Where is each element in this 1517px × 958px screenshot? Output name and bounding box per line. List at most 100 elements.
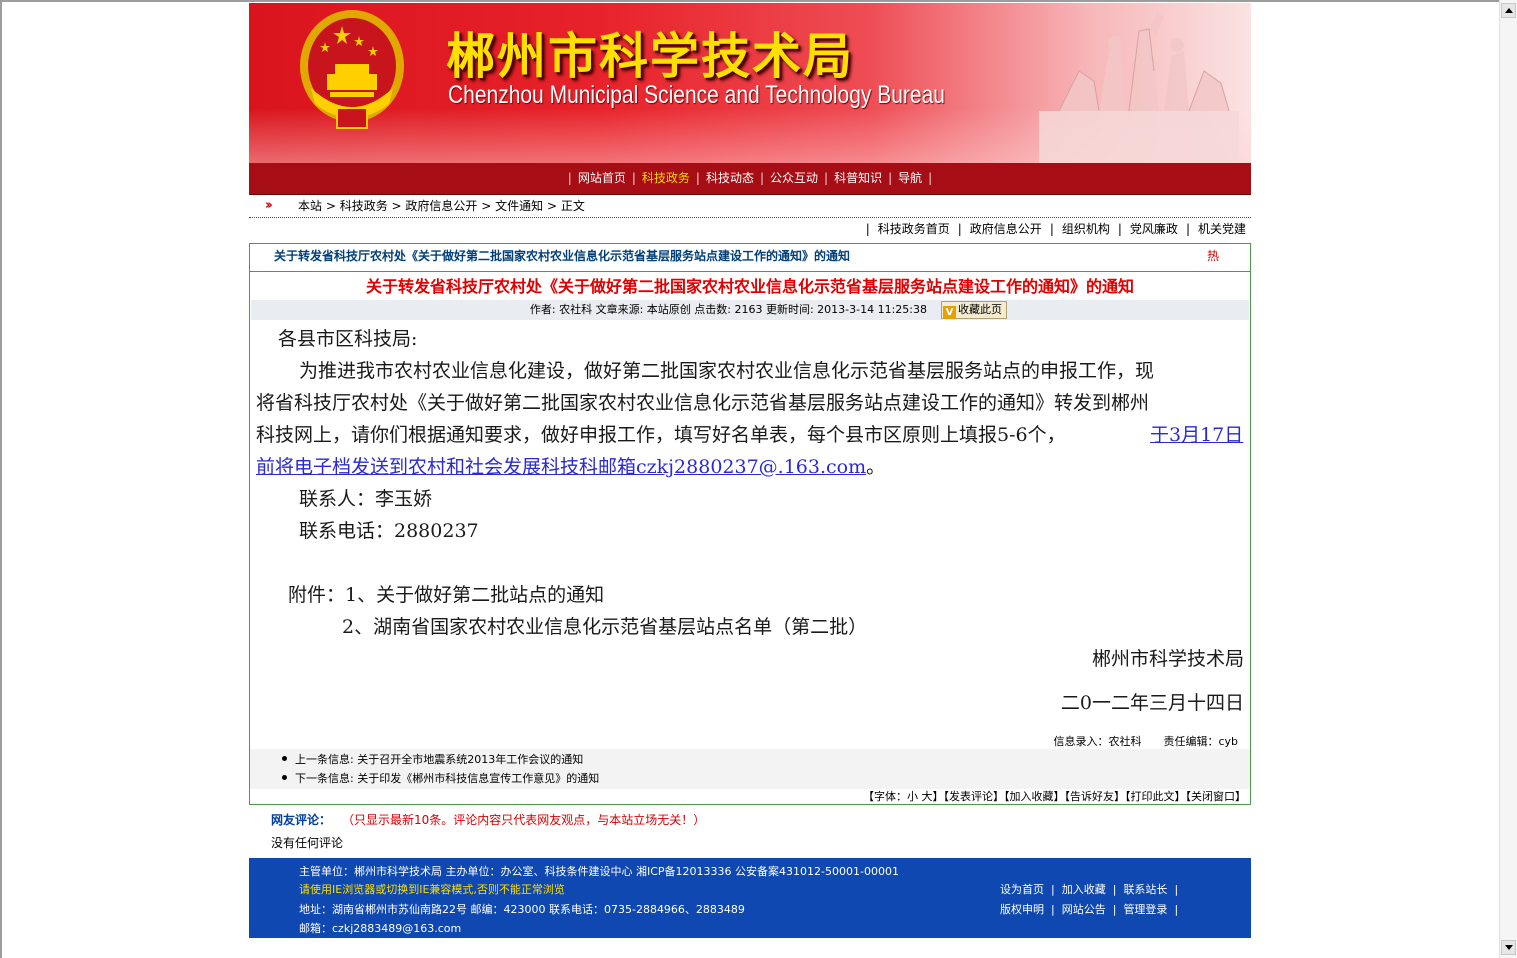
footer-link-contact[interactable]: 联系站长 — [1123, 883, 1167, 896]
footer-address: 地址：湖南省郴州市苏仙南路22号 邮编：423000 联系电话：0735-288… — [299, 903, 745, 916]
nav-separator: | — [695, 171, 700, 185]
arrow-up-icon — [1505, 8, 1513, 13]
prev-article-link[interactable]: 上一条信息: 关于召开全市地震系统2013年工作会议的通知 — [282, 751, 584, 767]
comments-section: 网友评论： （只显示最新10条。评论内容只代表网友观点，与本站立场无关！） 没有… — [249, 805, 1251, 858]
page-container: 郴州市科学技术局 Chenzhou Municipal Science and … — [249, 3, 1251, 938]
attachment-1: 附件：1、关于做好第二批站点的通知 — [288, 584, 605, 606]
paragraph-text: 科技网上，请你们根据通知要求，做好申报工作，填写好名单表，每个县市区原则上填报5… — [256, 424, 1066, 446]
footer-separator: | — [1051, 883, 1055, 896]
next-article-text: 下一条信息: 关于印发《郴州市科技信息宣传工作意见》的通知 — [295, 772, 600, 785]
comments-heading: 网友评论： — [271, 813, 332, 827]
article-header: 关于转发省科技厅农村处《关于做好第二批国家农村农业信息化示范省基层服务站点建设工… — [250, 244, 1250, 272]
subnav-separator: | — [865, 222, 870, 236]
signature-date: 二0一二年三月十四日 — [1060, 692, 1244, 714]
nav-item-interaction[interactable]: 公众互动 — [770, 171, 818, 185]
bullet-icon — [282, 756, 287, 761]
footer-link-add-favorite[interactable]: 加入收藏 — [1062, 883, 1106, 896]
breadcrumb-item-notices[interactable]: 文件通知 — [495, 199, 543, 213]
article-header-title: 关于转发省科技厅农村处《关于做好第二批国家农村农业信息化示范省基层服务站点建设工… — [274, 249, 851, 263]
breadcrumb-item-gov-affairs[interactable]: 科技政务 — [340, 199, 388, 213]
footer-separator: | — [1174, 883, 1179, 896]
subnav-separator: | — [1185, 222, 1190, 236]
double-chevron-icon: ›› — [265, 198, 273, 213]
vertical-scrollbar[interactable] — [1499, 0, 1517, 958]
subnav-item-info-public[interactable]: 政府信息公开 — [970, 222, 1042, 236]
contact-phone: 联系电话：2880237 — [299, 520, 479, 542]
window-top-border — [0, 0, 1517, 2]
scroll-up-button[interactable] — [1501, 3, 1516, 18]
footer-sponsor: 主管单位：郴州市科学技术局 主办单位：办公室、科技条件建设中心 湘ICP备120… — [299, 865, 899, 878]
signature-org: 郴州市科学技术局 — [1091, 648, 1244, 670]
site-title-chinese: 郴州市科学技术局 — [446, 28, 855, 85]
nav-item-home[interactable]: 网站首页 — [578, 171, 626, 185]
footer-link-announcement[interactable]: 网站公告 — [1062, 903, 1106, 916]
paragraph-line: 科技网上，请你们根据通知要求，做好申报工作，填写好名单表，每个县市区原则上填报5… — [256, 420, 1243, 447]
article-meta: 作者: 农社科 文章来源: 本站原创 点击数: 2163 更新时间: 2013-… — [529, 303, 927, 316]
hot-badge: 热 — [1206, 249, 1219, 263]
nav-item-gov-affairs[interactable]: 科技政务 — [642, 171, 690, 185]
scroll-down-button[interactable] — [1501, 940, 1516, 955]
footer-link-copyright[interactable]: 版权申明 — [1000, 903, 1044, 916]
article-title: 关于转发省科技厅农村处《关于做好第二批国家农村农业信息化示范省基层服务站点建设工… — [365, 277, 1134, 296]
bullet-icon — [282, 775, 287, 780]
arrow-down-icon — [1505, 945, 1513, 950]
footer-separator: | — [1051, 903, 1055, 916]
favorite-label: 收藏此页 — [958, 303, 1002, 316]
window-left-border — [0, 0, 2, 958]
article-tools[interactable]: 【字体：小 大】【发表评论】【加入收藏】【告诉好友】【打印此文】【关闭窗口】 — [863, 788, 1246, 804]
footer-separator: | — [1112, 903, 1117, 916]
subnav-item-integrity[interactable]: 党风廉政 — [1130, 222, 1178, 236]
paragraph-line: 前将电子档发送到农村和社会发展科技科邮箱czkj2880237@.163.com… — [256, 452, 885, 479]
site-footer: 主管单位：郴州市科学技术局 主办单位：办公室、科技条件建设中心 湘ICP备120… — [249, 858, 1251, 938]
breadcrumb-item-info-public[interactable]: 政府信息公开 — [405, 199, 477, 213]
footer-links-row-1: 设为首页 | 加入收藏 | 联系站长 | — [1000, 881, 1185, 897]
footer-separator: | — [1174, 903, 1179, 916]
comments-empty: 没有任何评论 — [271, 836, 344, 850]
sub-nav: | 科技政务首页 | 政府信息公开 | 组织机构 | 党风廉政 | 机关党建 — [249, 218, 1251, 240]
prev-next-panel: 上一条信息: 关于召开全市地震系统2013年工作会议的通知 下一条信息: 关于印… — [250, 749, 1250, 789]
subnav-separator: | — [1049, 222, 1054, 236]
site-title-english: Chenzhou Municipal Science and Technolog… — [448, 81, 945, 109]
email-link[interactable]: 前将电子档发送到农村和社会发展科技科邮箱czkj2880237@.163.com — [256, 456, 866, 478]
subnav-separator: | — [957, 222, 962, 236]
footer-link-set-home[interactable]: 设为首页 — [1000, 883, 1044, 896]
breadcrumb-path: 本站 > 科技政务 > 政府信息公开 > 文件通知 > 正文 — [298, 199, 585, 213]
subnav-item-home[interactable]: 科技政务首页 — [878, 222, 950, 236]
favorite-icon: V — [943, 306, 956, 319]
nav-item-science[interactable]: 科普知识 — [834, 171, 882, 185]
paragraph-line: 为推进我市农村农业信息化建设，做好第二批国家农村农业信息化示范省基层服务站点的申… — [299, 360, 1155, 382]
paragraph-line: 将省科技厅农村处《关于做好第二批国家农村农业信息化示范省基层服务站点建设工作的通… — [256, 392, 1150, 414]
footer-links-row-2: 版权申明 | 网站公告 | 管理登录 | — [1000, 901, 1185, 917]
email-deadline-link[interactable]: 于3月17日 — [1150, 420, 1243, 447]
nav-separator: | — [631, 171, 636, 185]
breadcrumb-item-current: 正文 — [560, 199, 585, 213]
breadcrumb-item-site[interactable]: 本站 — [298, 199, 322, 213]
paragraph-end: 。 — [866, 456, 886, 478]
subnav-separator: | — [1117, 222, 1122, 236]
responsible-editor: 责任编辑：cyb — [1163, 735, 1238, 748]
prev-article-text: 上一条信息: 关于召开全市地震系统2013年工作会议的通知 — [295, 753, 584, 766]
site-banner: 郴州市科学技术局 Chenzhou Municipal Science and … — [249, 3, 1251, 163]
nav-separator: | — [824, 171, 829, 185]
footer-browser-notice: 请使用IE浏览器或切换到IE兼容模式,否则不能正常浏览 — [299, 883, 565, 896]
contact-person: 联系人：李玉娇 — [299, 488, 433, 510]
nav-separator: | — [567, 171, 572, 185]
nav-item-navigation[interactable]: 导航 — [898, 171, 922, 185]
nav-item-news[interactable]: 科技动态 — [706, 171, 754, 185]
subnav-item-party[interactable]: 机关党建 — [1198, 222, 1246, 236]
nav-separator: | — [888, 171, 893, 185]
nav-separator: | — [759, 171, 765, 185]
footer-link-admin-login[interactable]: 管理登录 — [1123, 903, 1167, 916]
footer-email: 邮箱：czkj2883489@163.com — [299, 922, 462, 935]
entered-by: 信息录入：农社科 — [1053, 735, 1142, 748]
article-record: 信息录入：农社科 责任编辑：cyb — [1053, 733, 1238, 749]
next-article-link[interactable]: 下一条信息: 关于印发《郴州市科技信息宣传工作意见》的通知 — [282, 770, 600, 786]
article-box: 关于转发省科技厅农村处《关于做好第二批国家农村农业信息化示范省基层服务站点建设工… — [249, 243, 1251, 805]
national-emblem-icon — [300, 10, 404, 129]
nav-separator: | — [928, 171, 933, 185]
main-nav: | 网站首页 | 科技政务 | 科技动态 | 公众互动 | 科普知识 | 导航 | — [249, 163, 1251, 195]
subnav-item-organization[interactable]: 组织机构 — [1062, 222, 1110, 236]
favorite-button[interactable]: V 收藏此页 — [941, 301, 1007, 319]
breadcrumb: ›› 本站 > 科技政务 > 政府信息公开 > 文件通知 > 正文 — [249, 195, 1251, 218]
attachment-2: 2、湖南省国家农村农业信息化示范省基层站点名单（第二批） — [342, 616, 868, 638]
